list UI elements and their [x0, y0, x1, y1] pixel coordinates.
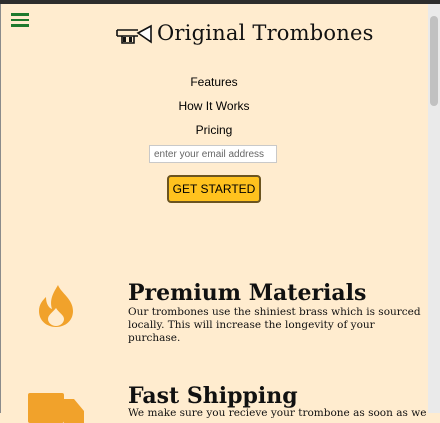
- feature-title-fast-shipping: Fast Shipping: [128, 383, 298, 409]
- truck-icon: [28, 393, 84, 423]
- window-left-border: [0, 4, 1, 413]
- nav-link-features[interactable]: Features: [0, 75, 428, 89]
- scrollbar-thumb[interactable]: [430, 16, 438, 106]
- feature-description-fast-shipping: We make sure you recieve your trombone a…: [128, 407, 427, 419]
- hamburger-menu-icon[interactable]: [11, 13, 29, 27]
- feature-title-premium-materials: Premium Materials: [128, 280, 367, 306]
- trombone-logo-icon: [116, 24, 152, 44]
- email-input[interactable]: [149, 145, 277, 163]
- brand-name[interactable]: Original Trombones: [157, 21, 374, 45]
- feature-description-premium-materials: Our trombones use the shiniest brass whi…: [128, 306, 421, 344]
- window-top-border: [0, 0, 440, 4]
- nav-link-how-it-works[interactable]: How It Works: [0, 99, 428, 113]
- get-started-button[interactable]: GET STARTED: [167, 175, 261, 203]
- nav-link-pricing[interactable]: Pricing: [0, 123, 428, 137]
- fire-icon: [39, 285, 73, 327]
